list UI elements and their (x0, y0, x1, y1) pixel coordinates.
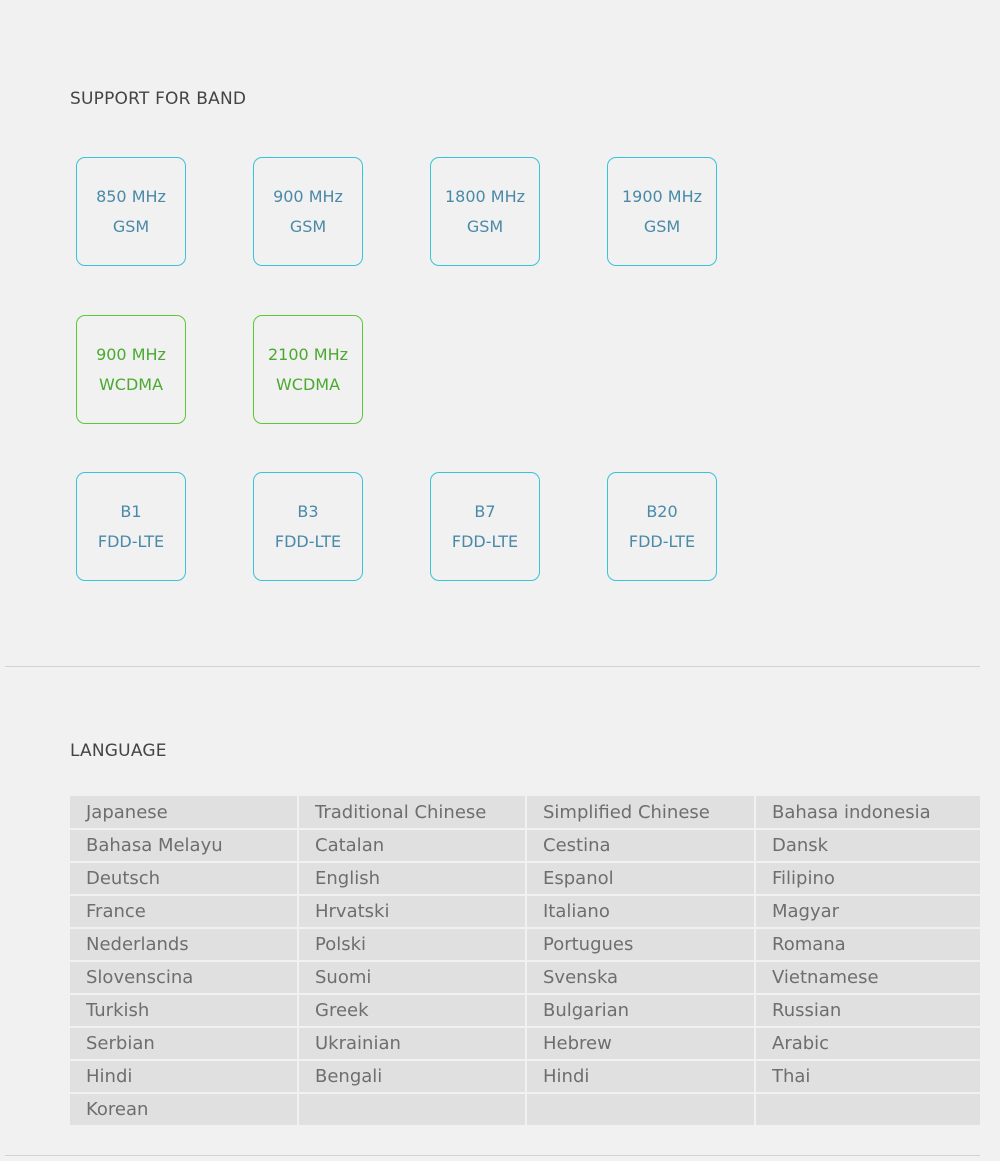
language-cell: Deutsch (70, 862, 299, 896)
table-row: Japanese Traditional Chinese Simplified … (70, 796, 980, 830)
language-cell: Serbian (70, 1027, 299, 1061)
language-cell: Russian (755, 994, 980, 1028)
band-frequency: 900 MHz (273, 186, 343, 206)
band-card-gsm-900: 900 MHz GSM (253, 157, 363, 266)
language-cell: France (70, 895, 299, 929)
table-row: Bahasa Melayu Catalan Cestina Dansk (70, 829, 980, 863)
language-cell: Traditional Chinese (298, 796, 527, 830)
band-frequency: 2100 MHz (267, 344, 349, 364)
language-cell: Simplified Chinese (526, 796, 756, 830)
band-technology: FDD-LTE (97, 531, 165, 551)
band-card-lte-b7: B7 FDD-LTE (430, 472, 540, 581)
table-row: France Hrvatski Italiano Magyar (70, 895, 980, 929)
band-section-title: SUPPORT FOR BAND (70, 89, 247, 109)
language-cell: Portugues (526, 928, 756, 962)
language-table: Japanese Traditional Chinese Simplified … (70, 796, 980, 1127)
language-cell: Espanol (526, 862, 756, 896)
band-technology: WCDMA (275, 374, 341, 394)
table-row: Deutsch English Espanol Filipino (70, 862, 980, 896)
language-cell: Slovenscina (70, 961, 299, 995)
language-cell: Bahasa Melayu (70, 829, 299, 863)
language-cell: Japanese (70, 796, 299, 830)
language-cell: Svenska (526, 961, 756, 995)
language-cell: Magyar (755, 895, 980, 929)
language-cell: Hrvatski (298, 895, 527, 929)
band-technology: GSM (643, 216, 681, 236)
language-cell: Romana (755, 928, 980, 962)
language-cell (526, 1093, 756, 1127)
band-technology: WCDMA (98, 374, 164, 394)
language-cell: Bengali (298, 1060, 527, 1094)
table-row: Slovenscina Suomi Svenska Vietnamese (70, 961, 980, 995)
language-cell: Arabic (755, 1027, 980, 1061)
table-row: Turkish Greek Bulgarian Russian (70, 994, 980, 1028)
band-frequency: 900 MHz (96, 344, 166, 364)
language-cell: Turkish (70, 994, 299, 1028)
language-cell (755, 1093, 980, 1127)
band-frequency: 850 MHz (96, 186, 166, 206)
table-row: Serbian Ukrainian Hebrew Arabic (70, 1027, 980, 1061)
band-card-gsm-850: 850 MHz GSM (76, 157, 186, 266)
band-card-gsm-1900: 1900 MHz GSM (607, 157, 717, 266)
band-card-lte-b3: B3 FDD-LTE (253, 472, 363, 581)
table-row: Hindi Bengali Hindi Thai (70, 1060, 980, 1094)
language-cell: Cestina (526, 829, 756, 863)
band-card-lte-b20: B20 FDD-LTE (607, 472, 717, 581)
language-cell: Filipino (755, 862, 980, 896)
language-cell: Italiano (526, 895, 756, 929)
language-cell: Bulgarian (526, 994, 756, 1028)
language-cell: Korean (70, 1093, 299, 1127)
band-frequency: 1800 MHz (444, 186, 526, 206)
section-divider (5, 666, 980, 667)
band-card-wcdma-2100: 2100 MHz WCDMA (253, 315, 363, 424)
language-cell: Polski (298, 928, 527, 962)
band-card-lte-b1: B1 FDD-LTE (76, 472, 186, 581)
language-section-title: LANGUAGE (70, 741, 167, 761)
language-cell: Suomi (298, 961, 527, 995)
language-cell: Ukrainian (298, 1027, 527, 1061)
band-technology: GSM (466, 216, 504, 236)
band-technology: FDD-LTE (274, 531, 342, 551)
language-cell: English (298, 862, 527, 896)
band-technology: FDD-LTE (451, 531, 519, 551)
table-row: Nederlands Polski Portugues Romana (70, 928, 980, 962)
language-cell: Hindi (70, 1060, 299, 1094)
band-frequency: B1 (120, 501, 142, 521)
section-divider (5, 1155, 980, 1156)
language-cell: Nederlands (70, 928, 299, 962)
band-frequency: B7 (474, 501, 496, 521)
band-frequency: B3 (297, 501, 319, 521)
language-cell: Greek (298, 994, 527, 1028)
band-frequency: 1900 MHz (621, 186, 703, 206)
language-cell (298, 1093, 527, 1127)
band-card-gsm-1800: 1800 MHz GSM (430, 157, 540, 266)
language-cell: Vietnamese (755, 961, 980, 995)
band-technology: FDD-LTE (628, 531, 696, 551)
language-cell: Dansk (755, 829, 980, 863)
language-cell: Thai (755, 1060, 980, 1094)
language-cell: Bahasa indonesia (755, 796, 980, 830)
language-cell: Hebrew (526, 1027, 756, 1061)
language-cell: Catalan (298, 829, 527, 863)
table-row: Korean (70, 1093, 980, 1127)
band-technology: GSM (289, 216, 327, 236)
band-card-wcdma-900: 900 MHz WCDMA (76, 315, 186, 424)
band-frequency: B20 (646, 501, 678, 521)
band-technology: GSM (112, 216, 150, 236)
language-cell: Hindi (526, 1060, 756, 1094)
